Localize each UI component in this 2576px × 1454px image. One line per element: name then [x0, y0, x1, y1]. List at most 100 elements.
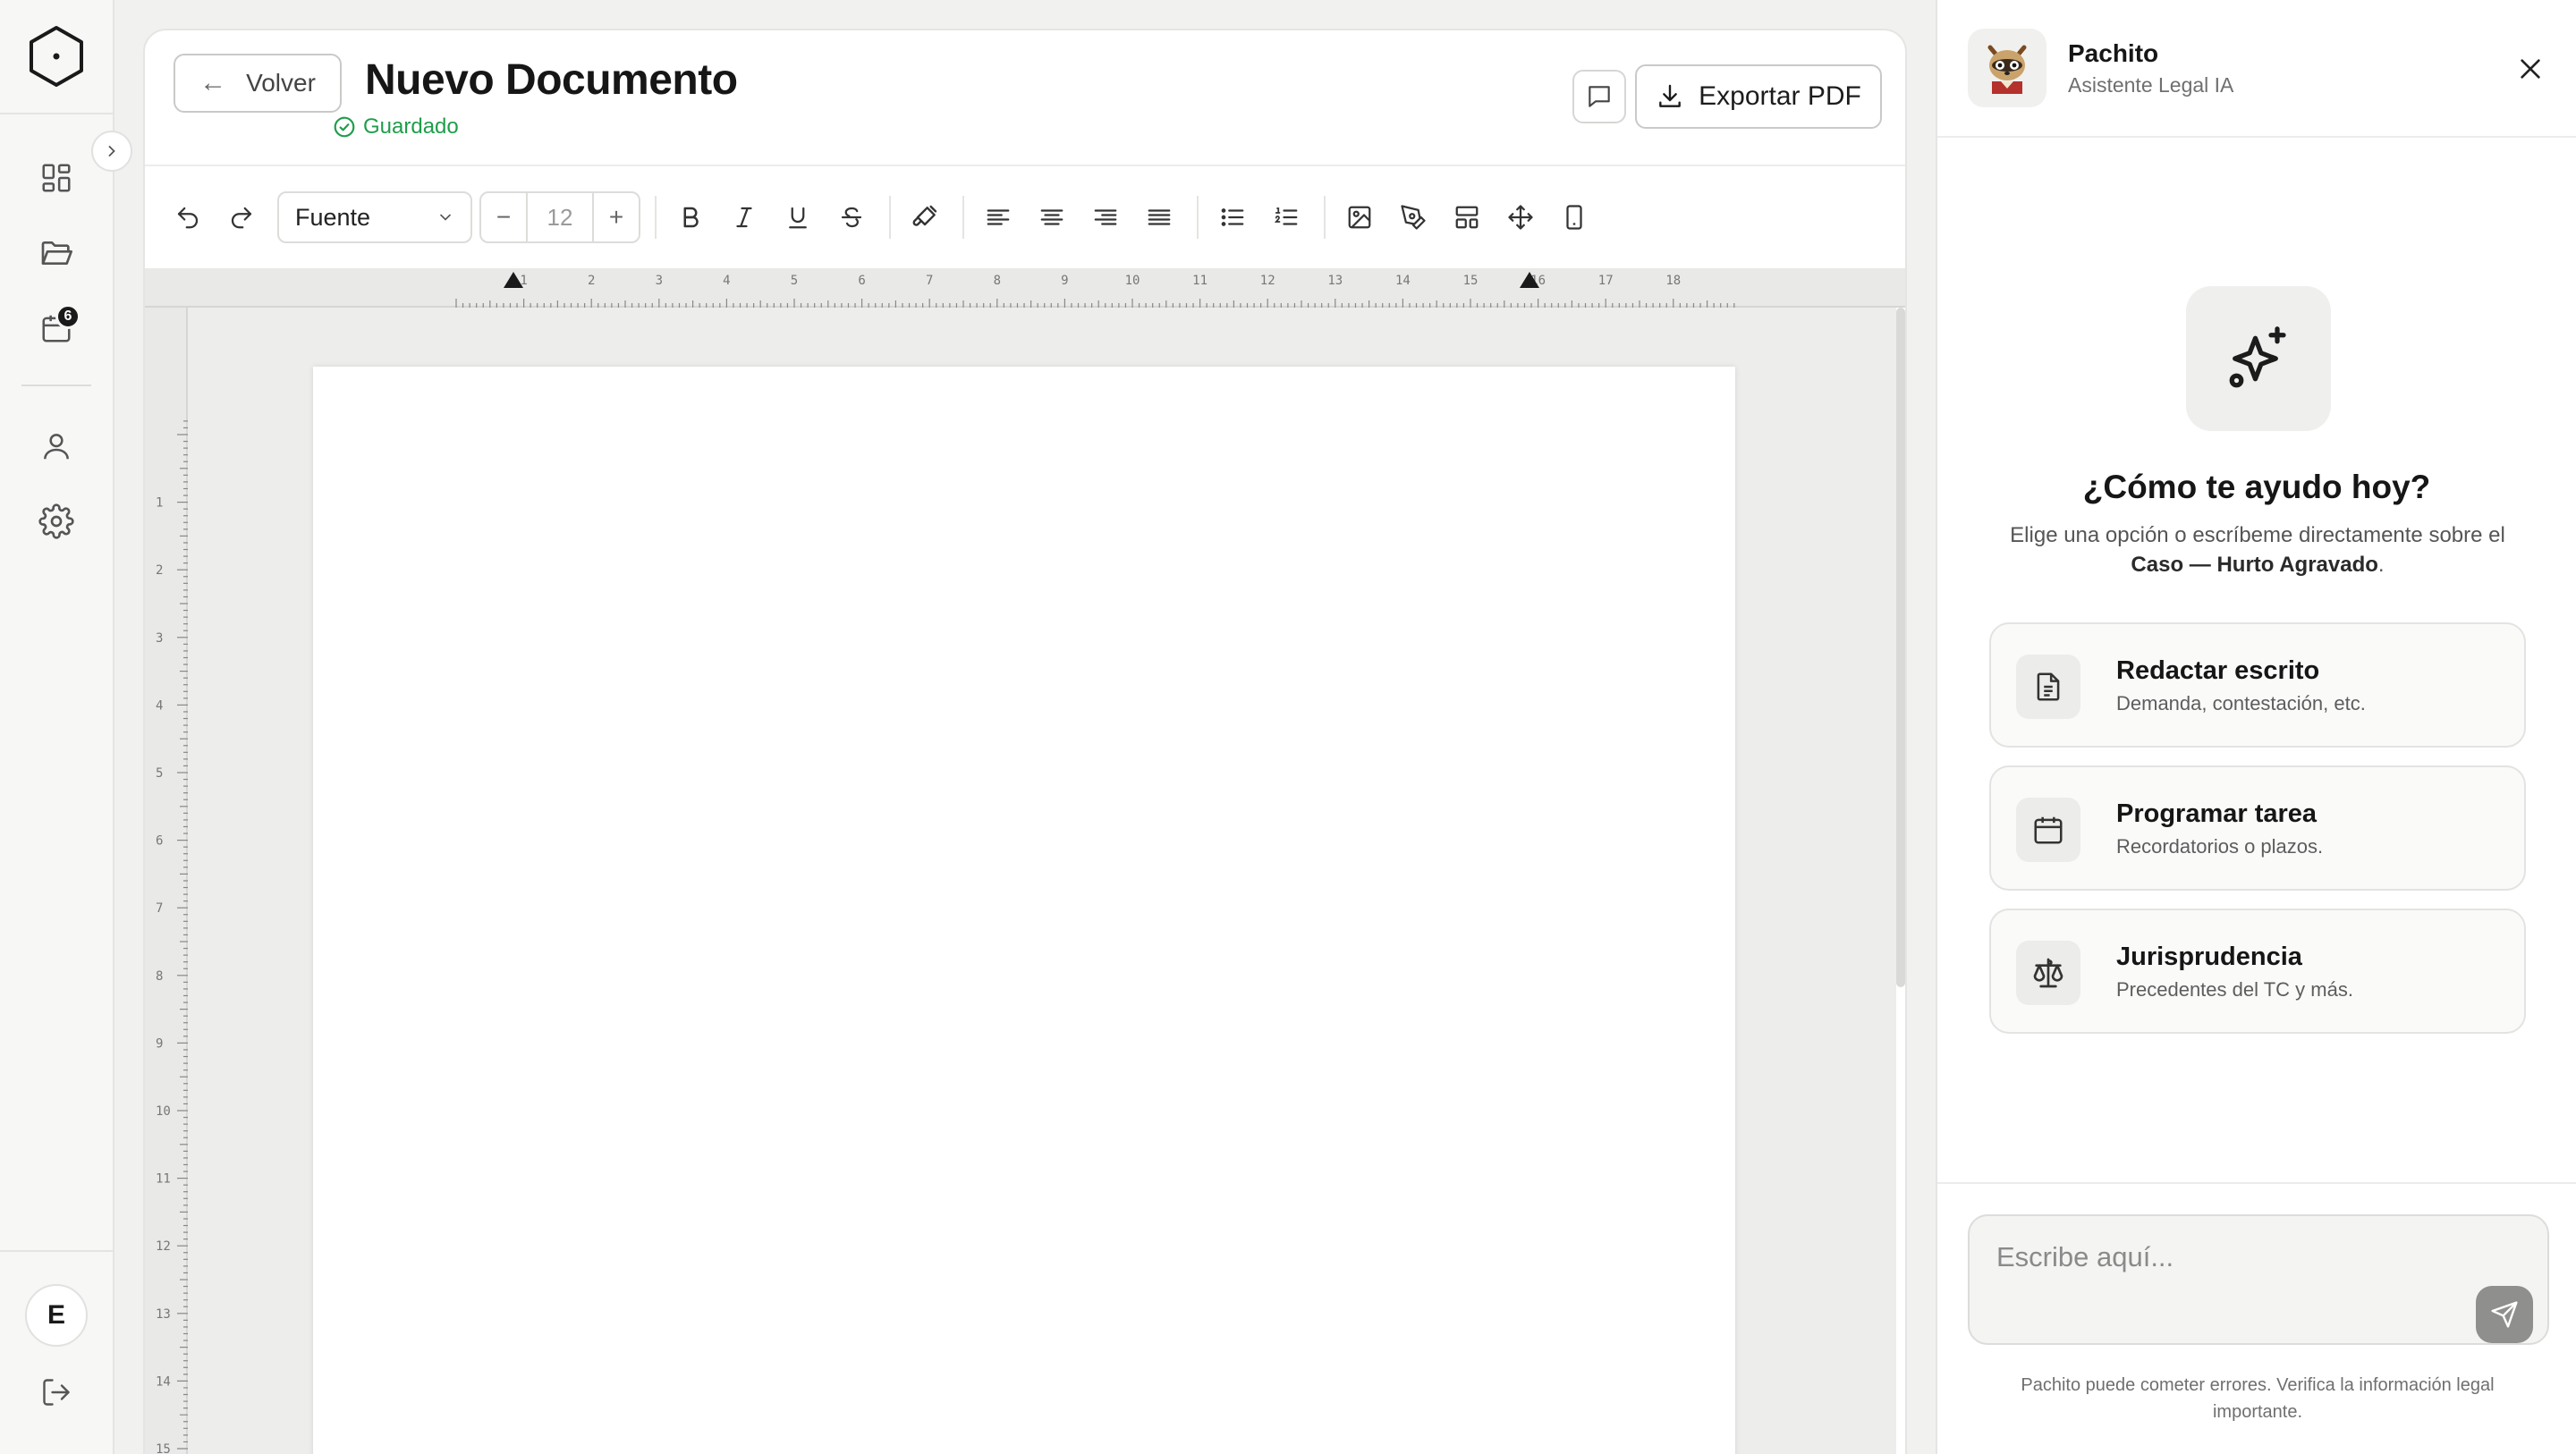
option-draft-document[interactable]: Redactar escrito Demanda, contestación, … [1989, 622, 2526, 748]
sidebar-toggle-button[interactable] [91, 131, 132, 172]
nav-dashboard[interactable] [29, 150, 84, 206]
document-title[interactable]: Nuevo Documento [365, 55, 738, 105]
save-status: Guardado [333, 114, 459, 139]
ruler-label: 6 [156, 834, 163, 849]
ruler-label: 17 [1598, 274, 1614, 288]
bullet-list-button[interactable] [1208, 192, 1258, 242]
page-size-button[interactable] [1549, 192, 1599, 242]
back-button[interactable]: ← Volver [174, 54, 342, 113]
align-center-button[interactable] [1027, 192, 1077, 242]
align-justify-icon [1148, 209, 1171, 225]
nav-folders[interactable] [29, 225, 84, 281]
ruler-label: 2 [156, 563, 163, 578]
arrow-left-icon: ← [199, 68, 227, 97]
ruler-label: 4 [156, 698, 163, 713]
image-icon [1348, 206, 1371, 229]
close-icon [2521, 59, 2540, 79]
export-pdf-label: Exportar PDF [1699, 81, 1861, 111]
redo-button[interactable] [216, 192, 267, 242]
calendar-icon [2034, 816, 2063, 844]
option-case-law[interactable]: Jurisprudencia Precedentes del TC y más. [1989, 909, 2526, 1034]
dashboard-icon [42, 164, 71, 192]
format-painter-button[interactable] [900, 192, 950, 242]
ruler-label: 15 [156, 1442, 171, 1454]
layout-button[interactable] [1442, 192, 1492, 242]
increase-font-size-button[interactable]: + [594, 193, 639, 241]
logout-button[interactable] [29, 1365, 84, 1420]
insert-image-button[interactable] [1335, 192, 1385, 242]
toolbar-divider [1197, 196, 1199, 239]
user-avatar[interactable]: E [25, 1284, 88, 1347]
ruler-label: 2 [588, 274, 595, 288]
ruler-label: 18 [1665, 274, 1681, 288]
align-left-button[interactable] [973, 192, 1023, 242]
ruler-label: 11 [1192, 274, 1208, 288]
export-pdf-button[interactable]: Exportar PDF [1635, 64, 1882, 129]
check-circle-icon [334, 116, 355, 138]
horizontal-ruler-scale: 1 2 3 4 5 6 7 8 9 10 11 12 13 14 15 16 17 18 [455, 272, 1735, 308]
strikethrough-button[interactable] [826, 192, 877, 242]
nav-calendar[interactable]: 6 [29, 300, 84, 356]
align-justify-button[interactable] [1134, 192, 1184, 242]
document-page[interactable] [313, 367, 1735, 1454]
align-left-icon [987, 209, 1010, 225]
layout-icon [1455, 206, 1479, 229]
bold-button[interactable] [665, 192, 716, 242]
ruler-label: 9 [156, 1036, 163, 1051]
assistant-panel: Pachito Asistente Legal IA ¿Cómo te ayud… [1936, 0, 2576, 1454]
toolbar-divider [655, 196, 657, 239]
comment-icon [1589, 86, 1610, 107]
nav-settings[interactable] [29, 494, 84, 549]
toolbar-divider [889, 196, 891, 239]
ai-disclaimer: Pachito puede cometer errores. Verifica … [2021, 1375, 2495, 1422]
move-icon [1508, 205, 1533, 230]
signature-button[interactable] [1388, 192, 1438, 242]
download-icon [1659, 84, 1682, 107]
send-icon [2491, 1301, 2518, 1328]
option-subtitle: Demanda, contestación, etc. [2116, 692, 2366, 714]
numbered-list-button[interactable] [1261, 192, 1311, 242]
ruler-label: 7 [926, 274, 933, 288]
send-message-button[interactable] [2476, 1286, 2533, 1343]
ruler-label: 12 [156, 1239, 171, 1254]
undo-button[interactable] [163, 192, 213, 242]
description-end: . [2377, 553, 2385, 577]
assistant-description: Elige una opción o escríbeme directament… [1991, 520, 2524, 579]
nav-profile[interactable] [29, 418, 84, 474]
chat-input-box [1968, 1214, 2549, 1345]
ruler-label: 7 [156, 901, 163, 916]
document-editor: ← Volver Nuevo Documento Guardado Export… [143, 29, 1907, 1454]
assistant-avatar [1968, 29, 2046, 107]
option-subtitle: Recordatorios o plazos. [2116, 835, 2324, 858]
comments-button[interactable] [1572, 70, 1626, 123]
description-text: Elige una opción o escríbeme directament… [2010, 523, 2505, 547]
scale-icon [2033, 958, 2063, 988]
vertical-ruler: 1 2 3 4 5 6 7 8 9 10 11 12 13 14 15 [145, 308, 188, 1454]
ruler-label: 4 [723, 274, 730, 288]
bold-icon [683, 207, 699, 228]
vertical-ruler-scale: 123456789101112131415 [156, 420, 188, 1454]
decrease-font-size-button[interactable]: − [481, 193, 526, 241]
option-subtitle: Precedentes del TC y más. [2116, 978, 2353, 1001]
undo-icon [177, 207, 199, 229]
option-title: Redactar escrito [2116, 656, 2320, 685]
font-size-value[interactable]: 12 [526, 193, 594, 241]
option-schedule-task[interactable]: Programar tarea Recordatorios o plazos. [1989, 765, 2526, 891]
chat-input[interactable] [1996, 1239, 2462, 1275]
option-icon-box [2016, 798, 2080, 862]
ruler-label: 14 [1395, 274, 1411, 288]
align-right-button[interactable] [1080, 192, 1131, 242]
vertical-scrollbar[interactable] [1896, 308, 1905, 987]
move-button[interactable] [1496, 192, 1546, 242]
save-status-label: Guardado [363, 114, 459, 139]
italic-button[interactable] [719, 192, 769, 242]
case-name: Caso — Hurto Agravado [2131, 553, 2378, 577]
option-title: Programar tarea [2116, 799, 2318, 828]
ruler-label: 5 [791, 274, 798, 288]
underline-button[interactable] [773, 192, 823, 242]
app-logo[interactable] [0, 0, 113, 114]
ruler-label: 10 [1125, 274, 1140, 288]
chevron-right-icon [108, 146, 115, 156]
font-family-select[interactable]: Fuente [277, 191, 472, 243]
close-panel-button[interactable] [2508, 46, 2553, 91]
